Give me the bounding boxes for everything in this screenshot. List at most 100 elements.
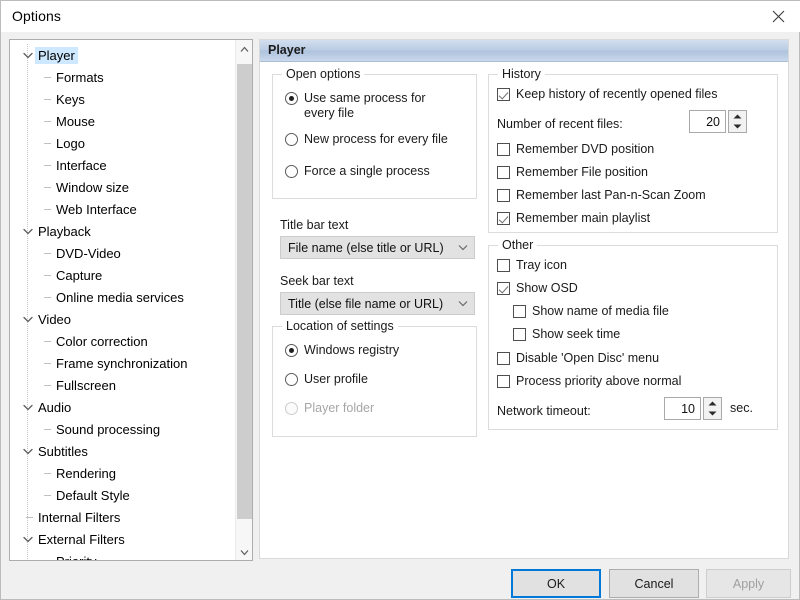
sidebar-item-rendering[interactable]: Rendering <box>10 462 236 484</box>
sidebar-item-player[interactable]: Player <box>10 44 236 66</box>
checkbox-show-seek-time[interactable]: Show seek time <box>513 327 620 342</box>
recent-files-spin-buttons[interactable] <box>728 110 747 133</box>
page-title: Player <box>268 43 306 57</box>
chevron-down-icon[interactable] <box>20 404 35 411</box>
close-button[interactable] <box>755 1 800 32</box>
location-of-settings-group: Location of settings Windows registry Us… <box>272 319 477 437</box>
scroll-up-button[interactable] <box>236 40 252 57</box>
seek-bar-text-combo[interactable]: Title (else file name or URL) <box>280 292 475 315</box>
radio-indicator <box>285 373 298 386</box>
sidebar-item-label: Audio <box>38 399 72 415</box>
cancel-button[interactable]: Cancel <box>609 569 699 598</box>
spin-down-button[interactable] <box>729 122 746 133</box>
tree-branch-icon <box>38 561 53 562</box>
sidebar-item-fullscreen[interactable]: Fullscreen <box>10 374 236 396</box>
radio-user-profile[interactable]: User profile <box>285 372 368 387</box>
radio-indicator <box>285 402 298 415</box>
sidebar-item-label: Frame synchronization <box>56 355 188 371</box>
sidebar-item-online-media-services[interactable]: Online media services <box>10 286 236 308</box>
other-group: Other Tray icon Show OSD Show name of me… <box>488 238 778 430</box>
sidebar-item-external-filters[interactable]: External Filters <box>10 528 236 550</box>
sidebar-item-label: Priority <box>56 553 97 561</box>
checkbox-remember-dvd-position[interactable]: Remember DVD position <box>497 142 654 157</box>
tree-scrollbar[interactable] <box>235 40 252 560</box>
sidebar-item-label: External Filters <box>38 531 125 547</box>
sidebar-item-capture[interactable]: Capture <box>10 264 236 286</box>
checkbox-remember-file-position[interactable]: Remember File position <box>497 165 648 180</box>
network-timeout-value[interactable]: 10 <box>664 397 701 420</box>
checkbox-process-priority-above-normal[interactable]: Process priority above normal <box>497 374 681 389</box>
recent-files-stepper[interactable]: 20 <box>689 110 747 133</box>
location-of-settings-legend: Location of settings <box>282 319 398 333</box>
chevron-down-icon[interactable] <box>20 228 35 235</box>
title-bar: Options <box>1 1 800 32</box>
network-timeout-stepper[interactable]: 10 sec. <box>664 397 753 420</box>
sidebar-item-default-style[interactable]: Default Style <box>10 484 236 506</box>
settings-tree[interactable]: Player Formats Keys Mouse Logo Interface Windo… <box>9 39 253 561</box>
checkbox-tray-icon[interactable]: Tray icon <box>497 258 567 273</box>
checkbox-label: Remember main playlist <box>516 211 651 225</box>
sidebar-item-keys[interactable]: Keys <box>10 88 236 110</box>
chevron-down-icon[interactable] <box>20 536 35 543</box>
sidebar-item-frame-synchronization[interactable]: Frame synchronization <box>10 352 236 374</box>
chevron-down-icon[interactable] <box>20 316 35 323</box>
network-timeout-label: Network timeout: <box>497 404 591 418</box>
sidebar-item-mouse[interactable]: Mouse <box>10 110 236 132</box>
checkbox-show-osd[interactable]: Show OSD <box>497 281 578 296</box>
checkbox-indicator <box>497 259 510 272</box>
radio-label: Player folder <box>304 401 375 415</box>
sidebar-item-sound-processing[interactable]: Sound processing <box>10 418 236 440</box>
network-timeout-spin-buttons[interactable] <box>703 397 722 420</box>
radio-force-single-process[interactable]: Force a single process <box>285 164 465 179</box>
sidebar-item-web-interface[interactable]: Web Interface <box>10 198 236 220</box>
ok-button[interactable]: OK <box>511 569 601 598</box>
spin-down-button[interactable] <box>704 409 721 420</box>
sidebar-item-color-correction[interactable]: Color correction <box>10 330 236 352</box>
checkbox-indicator <box>513 328 526 341</box>
sidebar-item-label: Window size <box>56 179 129 195</box>
tree-branch-icon <box>38 297 53 298</box>
checkbox-indicator <box>497 375 510 388</box>
open-options-group: Open options Use same process for every … <box>272 67 477 199</box>
scroll-down-button[interactable] <box>236 543 252 560</box>
scrollbar-thumb[interactable] <box>237 64 252 519</box>
checkbox-indicator <box>497 352 510 365</box>
recent-files-value[interactable]: 20 <box>689 110 726 133</box>
spin-up-button[interactable] <box>729 111 746 122</box>
sidebar-item-interface[interactable]: Interface <box>10 154 236 176</box>
sidebar-item-playback[interactable]: Playback <box>10 220 236 242</box>
checkbox-show-name-of-media-file[interactable]: Show name of media file <box>513 304 669 319</box>
close-icon <box>772 10 785 23</box>
open-options-legend: Open options <box>282 67 365 81</box>
sidebar-item-logo[interactable]: Logo <box>10 132 236 154</box>
sidebar-item-priority[interactable]: Priority <box>10 550 236 561</box>
sidebar-item-video[interactable]: Video <box>10 308 236 330</box>
radio-use-same-process[interactable]: Use same process for every file <box>285 91 465 121</box>
radio-windows-registry[interactable]: Windows registry <box>285 343 399 358</box>
chevron-down-icon[interactable] <box>20 448 35 455</box>
checkbox-remember-pan-scan-zoom[interactable]: Remember last Pan-n-Scan Zoom <box>497 188 706 203</box>
sidebar-item-dvd-video[interactable]: DVD-Video <box>10 242 236 264</box>
sidebar-item-window-size[interactable]: Window size <box>10 176 236 198</box>
settings-content-panel: Player Open options Use same process for… <box>259 39 789 559</box>
radio-label: User profile <box>304 372 368 386</box>
sidebar-item-label: Capture <box>56 267 103 283</box>
checkbox-disable-open-disc-menu[interactable]: Disable 'Open Disc' menu <box>497 351 659 366</box>
title-bar-text-combo[interactable]: File name (else title or URL) <box>280 236 475 259</box>
network-timeout-unit: sec. <box>730 401 753 415</box>
sidebar-item-label: Web Interface <box>56 201 137 217</box>
sidebar-item-formats[interactable]: Formats <box>10 66 236 88</box>
tree-branch-icon <box>38 165 53 166</box>
sidebar-item-subtitles[interactable]: Subtitles <box>10 440 236 462</box>
tree-branch-icon <box>38 275 53 276</box>
tree-branch-icon <box>38 209 53 210</box>
chevron-down-icon <box>240 545 249 559</box>
sidebar-item-internal-filters[interactable]: Internal Filters <box>10 506 236 528</box>
radio-new-process[interactable]: New process for every file <box>285 132 465 147</box>
chevron-down-icon[interactable] <box>20 52 35 59</box>
sidebar-item-audio[interactable]: Audio <box>10 396 236 418</box>
checkbox-keep-history[interactable]: Keep history of recently opened files <box>497 87 718 102</box>
checkbox-indicator <box>513 305 526 318</box>
spin-up-button[interactable] <box>704 398 721 409</box>
checkbox-remember-main-playlist[interactable]: Remember main playlist <box>497 211 650 226</box>
